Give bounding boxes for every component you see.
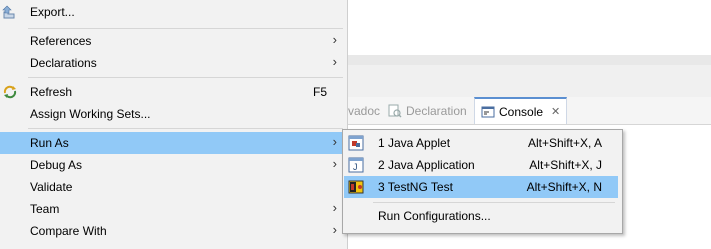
menu-item-label: Assign Working Sets... <box>30 107 151 121</box>
submenu-item-label: Run Configurations... <box>378 209 491 223</box>
menu-item-label: Team <box>30 202 60 216</box>
chevron-right-icon: › <box>332 200 337 215</box>
submenu-item-java-application[interactable]: J 2 Java Application Alt+Shift+X, J <box>344 154 618 176</box>
shortcut-label: Alt+Shift+X, J <box>529 158 602 172</box>
submenu-item-java-applet[interactable]: 1 Java Applet Alt+Shift+X, A <box>344 132 618 154</box>
menu-item-label: Refresh <box>30 85 73 99</box>
run-as-submenu: 1 Java Applet Alt+Shift+X, A J 2 Java Ap… <box>342 129 623 234</box>
chevron-right-icon: › <box>332 222 337 237</box>
submenu-item-testng-test[interactable]: 3 TestNG Test Alt+Shift+X, N <box>344 176 618 198</box>
chevron-right-icon: › <box>332 156 337 171</box>
menu-item-debug-as[interactable]: Debug As › <box>0 154 347 176</box>
shortcut-label: F5 <box>312 85 327 99</box>
menu-item-refresh[interactable]: Refresh F5 <box>0 81 347 103</box>
menu-item-validate[interactable]: Validate <box>0 176 347 198</box>
svg-text:J: J <box>353 162 358 172</box>
menu-item-label: References <box>30 34 92 48</box>
menu-item-label: Declarations <box>30 56 97 70</box>
menu-separator <box>28 128 343 129</box>
submenu-item-label: 1 Java Applet <box>378 136 451 150</box>
shortcut-label: Alt+Shift+X, A <box>527 136 602 150</box>
submenu-item-run-configurations[interactable]: Run Configurations... <box>344 205 618 227</box>
tab-declaration[interactable]: Declaration <box>388 97 467 124</box>
menu-item-compare-with[interactable]: Compare With › <box>0 220 347 242</box>
shortcut-label: Alt+Shift+X, N <box>526 180 602 194</box>
menu-item-export[interactable]: Export... <box>0 1 347 23</box>
testng-icon <box>348 179 364 195</box>
tab-declaration-label: Declaration <box>406 103 467 118</box>
declaration-icon <box>388 104 402 118</box>
context-menu: Export... References › Declarations › Re… <box>0 0 348 249</box>
menu-item-team[interactable]: Team › <box>0 198 347 220</box>
chevron-right-icon: › <box>332 54 337 69</box>
menu-separator <box>28 77 343 78</box>
menu-item-declarations[interactable]: Declarations › <box>0 52 347 74</box>
menu-separator <box>373 202 615 203</box>
submenu-item-label: 2 Java Application <box>378 158 475 172</box>
view-tab-bar: vadoc Declaration Console ✕ <box>348 97 711 125</box>
menu-item-run-as[interactable]: Run As › <box>0 132 347 154</box>
menu-item-label: Validate <box>30 180 73 194</box>
menu-separator <box>28 28 343 29</box>
submenu-item-label: 3 TestNG Test <box>378 180 453 194</box>
tab-javadoc[interactable]: vadoc <box>348 97 380 124</box>
tab-console[interactable]: Console ✕ <box>474 97 568 124</box>
chevron-right-icon: › <box>332 134 337 149</box>
java-application-icon: J <box>348 157 364 173</box>
editor-area <box>348 0 711 55</box>
menu-item-label: Export... <box>30 5 75 19</box>
tab-console-label: Console <box>499 104 544 119</box>
view-area <box>348 65 711 97</box>
tab-javadoc-label: vadoc <box>348 103 381 118</box>
close-icon[interactable]: ✕ <box>551 105 560 118</box>
menu-item-label: Run As <box>30 136 69 150</box>
menu-item-assign-working-sets[interactable]: Assign Working Sets... <box>0 103 347 125</box>
console-icon <box>481 105 495 119</box>
export-icon <box>2 4 18 20</box>
chevron-right-icon: › <box>332 32 337 47</box>
menu-item-references[interactable]: References › <box>0 30 347 52</box>
refresh-icon <box>2 84 18 100</box>
java-applet-icon <box>348 135 364 151</box>
menu-item-label: Compare With <box>30 224 107 238</box>
editor-scroll-band <box>348 55 711 65</box>
menu-item-label: Debug As <box>30 158 83 172</box>
